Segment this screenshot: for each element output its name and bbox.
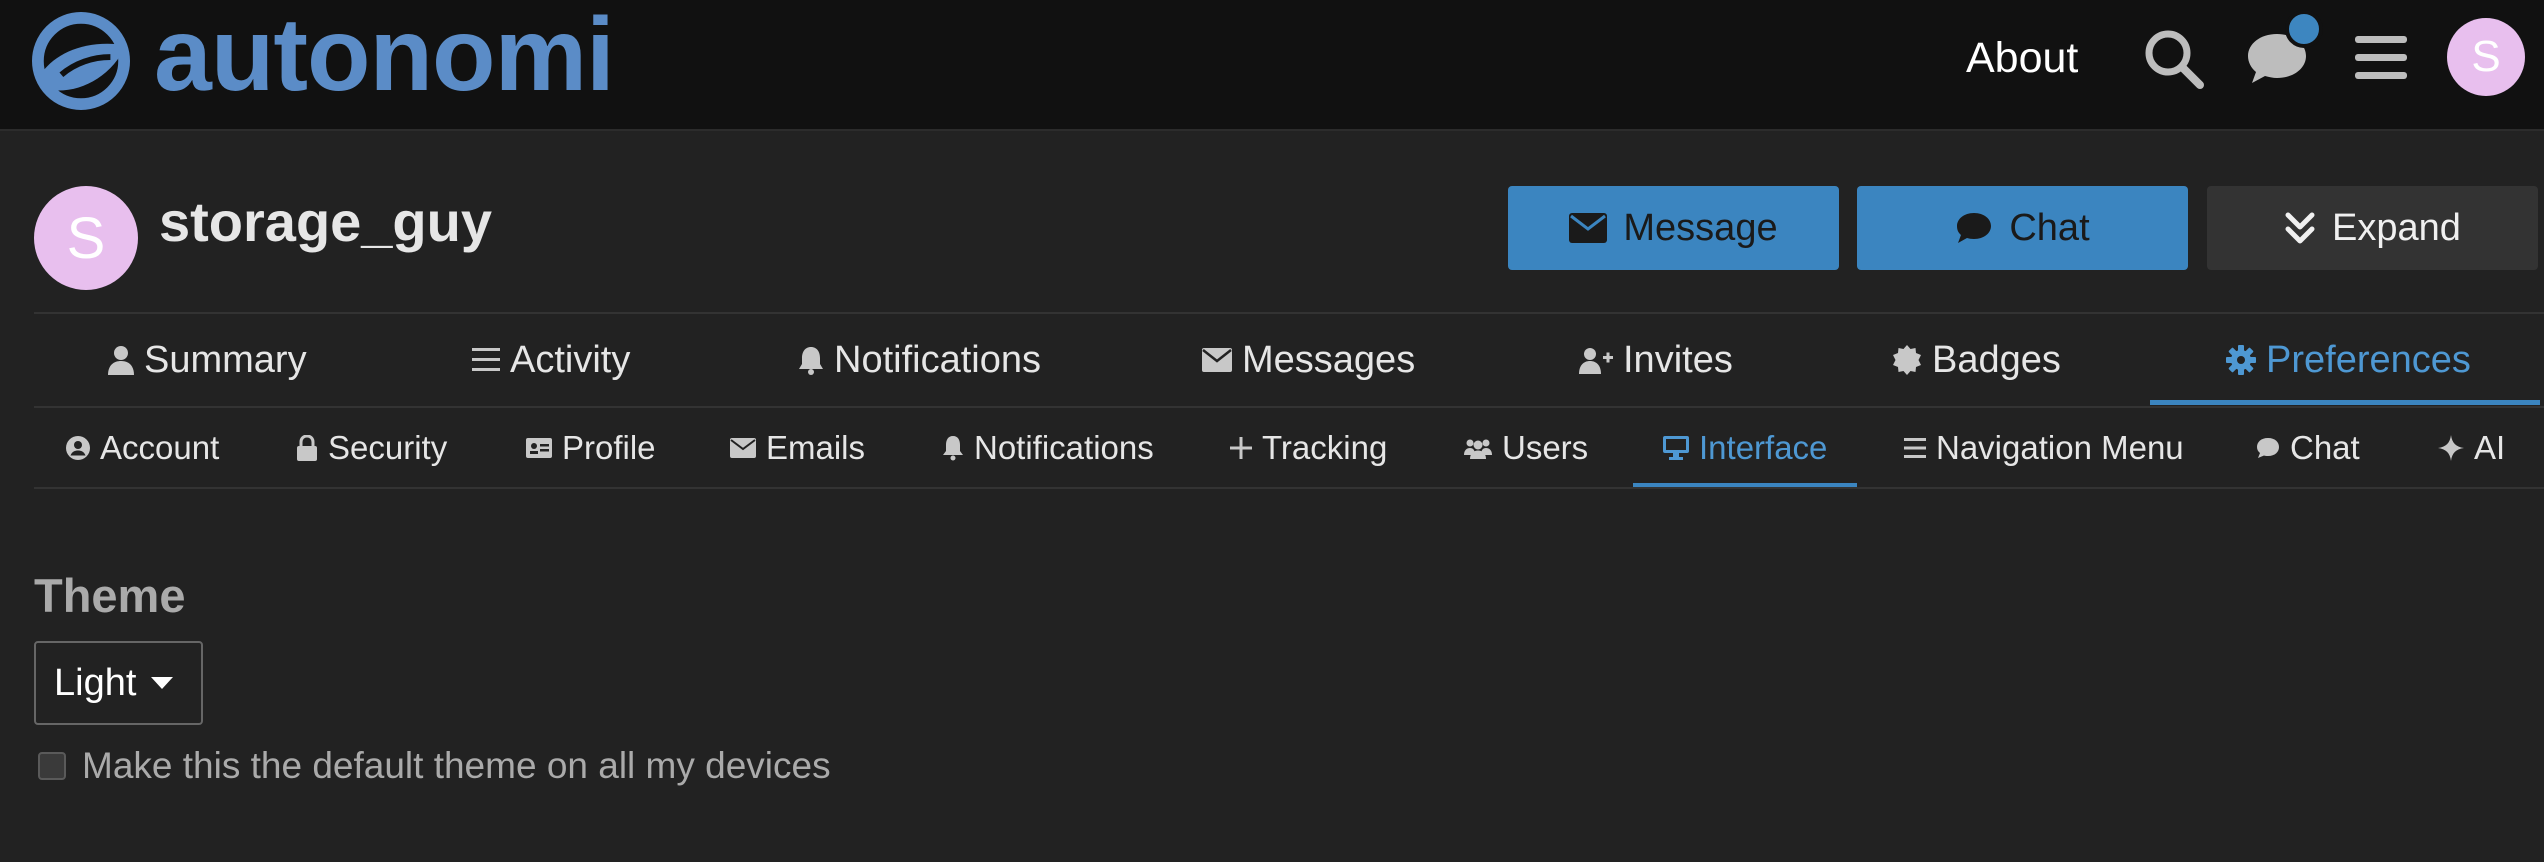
expand-button-label: Expand bbox=[2332, 206, 2461, 249]
subtab-label: Navigation Menu bbox=[1936, 429, 2184, 466]
tabs-divider bbox=[34, 406, 2544, 408]
subtab-label: Tracking bbox=[1262, 429, 1388, 466]
message-button-label: Message bbox=[1623, 206, 1778, 249]
primary-tabs: Summary Activity Notifications Messages … bbox=[34, 314, 2544, 406]
subtab-label: Profile bbox=[562, 429, 656, 466]
subtab-label: Users bbox=[1502, 429, 1589, 466]
notification-dot bbox=[2285, 10, 2323, 48]
envelope-icon bbox=[730, 438, 756, 458]
tab-messages[interactable]: Messages bbox=[1202, 314, 1415, 406]
tab-summary[interactable]: Summary bbox=[108, 314, 307, 406]
subtabs-divider bbox=[34, 487, 2544, 489]
message-button[interactable]: Message bbox=[1508, 186, 1839, 270]
tab-label: Preferences bbox=[2266, 338, 2471, 381]
caret-down-icon bbox=[151, 677, 174, 689]
tab-notifications[interactable]: Notifications bbox=[798, 314, 1041, 406]
envelope-icon bbox=[1569, 213, 1608, 243]
subtab-label: Security bbox=[328, 429, 448, 466]
subtab-label: Interface bbox=[1699, 429, 1828, 466]
bell-icon bbox=[799, 347, 823, 375]
tab-label: Invites bbox=[1623, 338, 1733, 381]
subtab-chat[interactable]: Chat bbox=[2256, 416, 2360, 480]
user-circle-icon bbox=[66, 436, 90, 460]
double-chevron-down-icon bbox=[2285, 212, 2315, 244]
sparkle-icon bbox=[2438, 435, 2464, 461]
username: storage_guy bbox=[159, 190, 492, 253]
tab-activity[interactable]: Activity bbox=[472, 314, 630, 406]
theme-selected-value: Light bbox=[54, 661, 137, 704]
subtab-label: Notifications bbox=[974, 429, 1154, 466]
subtab-emails[interactable]: Emails bbox=[730, 416, 865, 480]
tab-badges[interactable]: Badges bbox=[1892, 314, 2061, 406]
tab-label: Notifications bbox=[834, 338, 1041, 381]
current-user-avatar[interactable]: S bbox=[2447, 18, 2525, 96]
plus-icon bbox=[1230, 437, 1252, 459]
user-avatar: S bbox=[34, 186, 138, 290]
subtab-tracking[interactable]: Tracking bbox=[1230, 416, 1387, 480]
subtab-label: AI bbox=[2474, 429, 2506, 466]
subtab-label: Account bbox=[100, 429, 220, 466]
users-icon bbox=[1464, 439, 1492, 459]
lock-icon bbox=[297, 435, 317, 461]
desktop-icon bbox=[1663, 436, 1689, 460]
tab-label: Activity bbox=[510, 338, 631, 381]
comment-icon bbox=[2257, 438, 2279, 458]
site-logo[interactable]: autonomi bbox=[32, 0, 615, 116]
theme-heading: Theme bbox=[34, 569, 186, 622]
subtab-security[interactable]: Security bbox=[296, 416, 447, 480]
about-link[interactable]: About bbox=[1966, 30, 2078, 86]
default-theme-row: Make this the default theme on all my de… bbox=[38, 744, 831, 788]
tab-preferences[interactable]: Preferences bbox=[2226, 314, 2471, 406]
tab-label: Badges bbox=[1932, 338, 2061, 381]
autonomi-logo-icon bbox=[32, 12, 130, 110]
subtab-account[interactable]: Account bbox=[66, 416, 219, 480]
certificate-icon bbox=[1893, 345, 1921, 375]
subtab-interface[interactable]: Interface bbox=[1663, 416, 1827, 480]
hamburger-menu-icon[interactable] bbox=[2355, 34, 2407, 80]
chat-button[interactable]: Chat bbox=[1857, 186, 2188, 270]
theme-dropdown[interactable]: Light bbox=[34, 641, 203, 725]
subtab-profile[interactable]: Profile bbox=[526, 416, 656, 480]
subtab-label: Emails bbox=[766, 429, 866, 466]
user-plus-icon bbox=[1579, 348, 1613, 374]
tab-label: Messages bbox=[1242, 338, 1416, 381]
search-icon[interactable] bbox=[2143, 28, 2205, 90]
envelope-icon bbox=[1202, 348, 1232, 372]
comment-icon bbox=[1957, 213, 1992, 243]
default-theme-checkbox[interactable] bbox=[38, 752, 66, 780]
subtab-notifications[interactable]: Notifications bbox=[942, 416, 1154, 480]
brand-name: autonomi bbox=[154, 0, 615, 113]
subtab-users[interactable]: Users bbox=[1464, 416, 1588, 480]
bars-icon bbox=[1904, 438, 1926, 458]
bell-icon bbox=[943, 436, 963, 461]
list-icon bbox=[472, 348, 500, 371]
subtab-label: Chat bbox=[2290, 429, 2360, 466]
site-header: autonomi About S bbox=[0, 0, 2544, 131]
subtab-ai[interactable]: AI bbox=[2438, 416, 2505, 480]
subtab-navigation-menu[interactable]: Navigation Menu bbox=[1904, 416, 2184, 480]
id-card-icon bbox=[526, 438, 552, 458]
expand-button[interactable]: Expand bbox=[2207, 186, 2538, 270]
active-tab-indicator bbox=[2150, 400, 2540, 405]
tab-invites[interactable]: Invites bbox=[1579, 314, 1733, 406]
chat-button-label: Chat bbox=[2009, 206, 2090, 249]
default-theme-label[interactable]: Make this the default theme on all my de… bbox=[82, 745, 831, 787]
gear-icon bbox=[2226, 345, 2256, 375]
tab-label: Summary bbox=[144, 338, 307, 381]
user-icon bbox=[108, 346, 134, 375]
